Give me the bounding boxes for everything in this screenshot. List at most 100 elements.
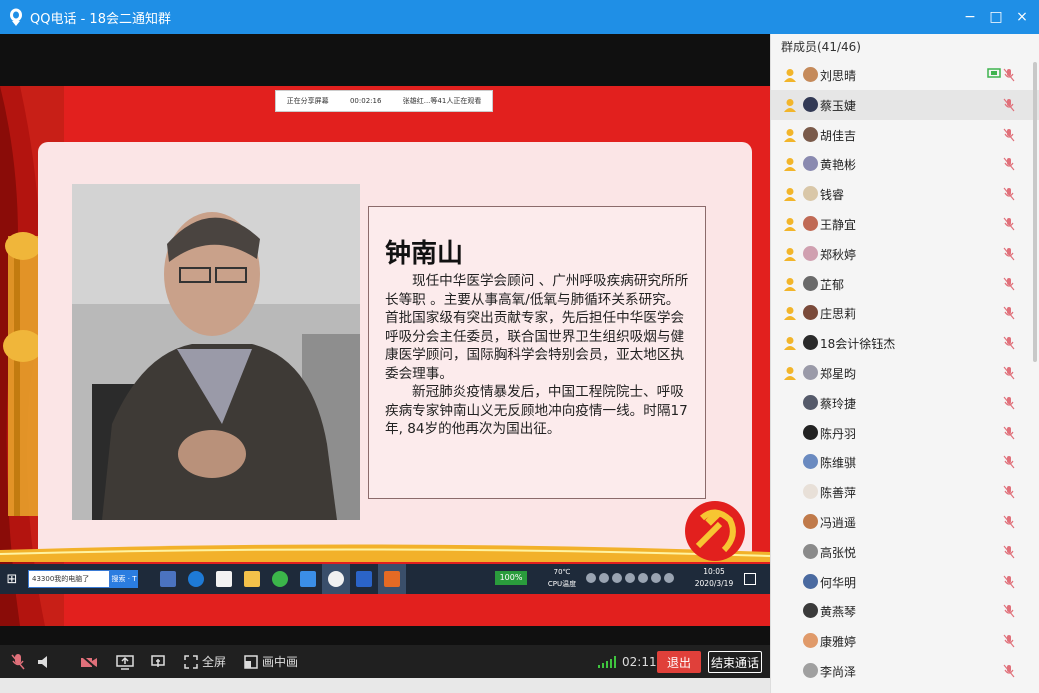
tray-icon[interactable] <box>625 573 635 583</box>
admin-user-icon <box>784 69 796 82</box>
member-row[interactable]: 康雅婷 <box>771 626 1039 656</box>
member-row[interactable]: 钱睿 <box>771 179 1039 209</box>
share-status-text: 正在分享屏幕 <box>286 97 329 105</box>
share-elapsed-time: 00:02:16 <box>349 97 382 105</box>
taskbar-app-store-icon[interactable] <box>210 564 238 594</box>
taskbar-app-qq-icon[interactable] <box>322 564 350 594</box>
member-row[interactable]: 陈维骐 <box>771 447 1039 477</box>
member-row[interactable]: 18会计徐钰杰 <box>771 328 1039 358</box>
title-bar: QQ电话 - 18会二通知群 − □ × <box>0 0 1039 34</box>
windows-start-icon[interactable]: ⊞ <box>0 572 24 587</box>
avatar <box>803 245 818 261</box>
speaker-icon <box>38 655 47 668</box>
mic-muted-icon <box>1003 426 1015 439</box>
share-screen-button[interactable] <box>116 645 134 678</box>
member-row[interactable]: 黄艳彬 <box>771 149 1039 179</box>
member-row[interactable]: 王静宜 <box>771 209 1039 239</box>
avatar <box>803 156 818 172</box>
end-call-button[interactable]: 结束通话 <box>708 651 762 673</box>
member-row[interactable]: 陈善萍 <box>771 477 1039 507</box>
mic-muted-icon <box>1003 158 1015 171</box>
system-tray[interactable] <box>586 573 674 583</box>
admin-user-icon <box>784 158 796 172</box>
member-name: 黄艳彬 <box>820 158 857 173</box>
taskbar-search-box[interactable]: 43300我的电脑了 <box>28 570 110 588</box>
avatar <box>803 454 818 470</box>
taskbar-cpu-temp: 70℃ CPU温度 <box>545 566 579 590</box>
avatar <box>803 603 818 619</box>
shared-screen: 正在分享屏幕 00:02:16 张雄红...等41人正在观看 钟南山 现任中华医… <box>0 86 770 626</box>
party-emblem-icon <box>685 501 745 561</box>
admin-user-icon <box>784 188 796 202</box>
mic-muted-icon <box>1003 455 1015 469</box>
tray-icon[interactable] <box>664 573 674 583</box>
taskbar-app-browser-icon[interactable] <box>266 564 294 594</box>
member-name: 黄燕琴 <box>820 605 857 620</box>
taskbar-app-folder-icon[interactable] <box>238 564 266 594</box>
member-name: 郑星昀 <box>820 366 857 381</box>
tray-icon[interactable] <box>651 573 661 583</box>
taskbar-app-calculator-icon[interactable] <box>154 564 182 594</box>
member-row[interactable]: 冯逍遥 <box>771 507 1039 537</box>
mic-muted-button[interactable] <box>10 645 26 678</box>
member-row[interactable]: 芷郁 <box>771 269 1039 299</box>
avatar <box>803 573 818 589</box>
taskbar-search-text: 43300我的电脑了 <box>32 575 90 583</box>
member-row[interactable]: 庄思莉 <box>771 298 1039 328</box>
member-list-scrollbar[interactable] <box>1033 62 1037 362</box>
taskbar-app-mail-icon[interactable] <box>294 564 322 594</box>
member-name: 蔡玲捷 <box>820 396 857 411</box>
member-row[interactable]: 陈丹羽 <box>771 418 1039 448</box>
mic-muted-icon <box>1003 187 1015 201</box>
member-row[interactable]: 郑星昀 <box>771 358 1039 388</box>
member-row[interactable]: 黄燕琴 <box>771 596 1039 626</box>
member-row[interactable]: 何华明 <box>771 567 1039 597</box>
member-panel: 群成员(41/46) 刘思晴 蔡玉婕 胡佳吉黄艳彬钱睿王静宜郑秋婷芷郁庄思莉 18会计… <box>770 34 1039 693</box>
tray-icon[interactable] <box>599 573 609 583</box>
picture-in-picture-button[interactable]: 画中画 <box>244 645 298 678</box>
avatar <box>803 215 818 231</box>
member-row[interactable]: 刘思晴 <box>771 60 1039 90</box>
member-name: 庄思莉 <box>820 307 857 322</box>
tray-icon[interactable] <box>612 573 622 583</box>
taskbar-battery-indicator[interactable]: 100% <box>495 571 527 585</box>
speaker-button[interactable] <box>36 645 52 678</box>
taskbar-clock[interactable]: 10:05 2020/3/19 <box>690 566 738 590</box>
shared-taskbar: ⊞ 43300我的电脑了 搜索 · T 100% 70℃ CPU温度 10:05… <box>0 564 770 594</box>
share-status-banner[interactable]: 正在分享屏幕 00:02:16 张雄红...等41人正在观看 <box>275 90 493 112</box>
taskbar-search-button[interactable]: 搜索 · T <box>110 570 138 588</box>
member-name: 王静宜 <box>820 217 857 232</box>
member-row[interactable]: 蔡玲捷 <box>771 388 1039 418</box>
admin-user-icon <box>784 277 796 291</box>
maximize-button[interactable]: □ <box>983 9 1009 25</box>
taskbar-app-slides-icon[interactable] <box>378 564 406 594</box>
member-row[interactable]: 郑秋婷 <box>771 239 1039 269</box>
minimize-button[interactable]: − <box>957 9 983 25</box>
quit-button[interactable]: 退出 <box>657 651 701 673</box>
member-count-header: 群成员(41/46) <box>781 40 861 54</box>
mic-muted-icon <box>1003 217 1015 231</box>
camera-off-button[interactable] <box>80 645 98 678</box>
member-row[interactable]: 胡佳吉 <box>771 120 1039 150</box>
member-name: 郑秋婷 <box>820 247 857 262</box>
avatar <box>803 633 818 649</box>
taskbar-app-word-icon[interactable] <box>350 564 378 594</box>
tray-icon[interactable] <box>638 573 648 583</box>
taskbar-app-edge-icon[interactable] <box>182 564 210 594</box>
fullscreen-button[interactable]: 全屏 <box>184 645 226 678</box>
member-row[interactable]: 高张悦 <box>771 537 1039 567</box>
member-row[interactable]: 李尚泽 <box>771 656 1039 686</box>
member-name: 高张悦 <box>820 545 857 560</box>
close-button[interactable]: × <box>1009 9 1035 25</box>
pip-label: 画中画 <box>262 655 299 669</box>
tray-icon[interactable] <box>586 573 596 583</box>
mic-muted-icon <box>1003 515 1015 529</box>
remote-assist-icon <box>151 654 165 667</box>
mic-muted-icon <box>1003 306 1015 320</box>
remote-control-button[interactable] <box>150 645 166 678</box>
admin-user-icon <box>784 366 796 380</box>
member-row[interactable]: 蔡玉婕 <box>771 89 1039 120</box>
mic-muted-icon <box>1003 604 1015 618</box>
bio-textbox: 钟南山 现任中华医学会顾问 、广州呼吸疾病研究所所长等职 。主要从事高氧/低氧与… <box>368 206 706 499</box>
notification-center-icon[interactable] <box>744 573 756 585</box>
